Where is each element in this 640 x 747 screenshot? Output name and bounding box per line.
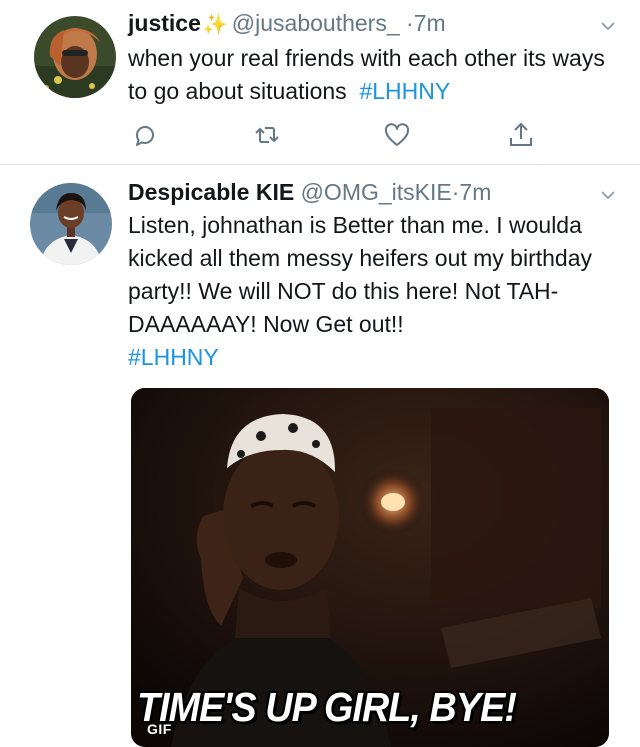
- tweet-header: justice ✨ @jusabouthers_ ·7m: [128, 8, 620, 40]
- display-name[interactable]: justice: [128, 10, 201, 36]
- timestamp[interactable]: 7m: [414, 10, 446, 36]
- gif-media[interactable]: TIME'S UP GIRL, BYE! GIF: [131, 388, 609, 747]
- avatar[interactable]: [34, 16, 116, 98]
- tweet-body: Listen, johnathan is Better than me. I w…: [128, 212, 593, 337]
- retweet-icon[interactable]: [250, 118, 284, 152]
- chevron-down-icon[interactable]: [600, 18, 616, 34]
- separator: ·: [406, 10, 414, 36]
- tweet-header: Despicable KIE @OMG_itsKIE·7m: [128, 177, 620, 207]
- user-handle[interactable]: @OMG_itsKIE: [301, 179, 452, 205]
- tweet[interactable]: justice ✨ @jusabouthers_ ·7m when your rea…: [0, 0, 640, 164]
- reply-icon[interactable]: [128, 118, 162, 152]
- tweet-text: when your real friends with each other i…: [128, 42, 620, 108]
- hashtag-link[interactable]: #LHHNY: [359, 78, 450, 104]
- share-icon[interactable]: [504, 118, 538, 152]
- avatar[interactable]: [30, 183, 112, 265]
- user-handle[interactable]: @jusabouthers_: [232, 10, 400, 36]
- hashtag-link[interactable]: #LHHNY: [128, 344, 219, 370]
- gif-badge: GIF: [147, 721, 172, 737]
- timestamp[interactable]: 7m: [459, 179, 491, 205]
- chevron-down-icon[interactable]: [600, 187, 616, 203]
- sparkles-emoji: ✨: [202, 14, 228, 36]
- like-icon[interactable]: [380, 118, 414, 152]
- tweet-actions: [128, 118, 538, 152]
- display-name[interactable]: Despicable KIE: [128, 179, 294, 205]
- gif-caption: TIME'S UP GIRL, BYE!: [137, 684, 517, 730]
- tweet-text: Listen, johnathan is Better than me. I w…: [128, 209, 620, 374]
